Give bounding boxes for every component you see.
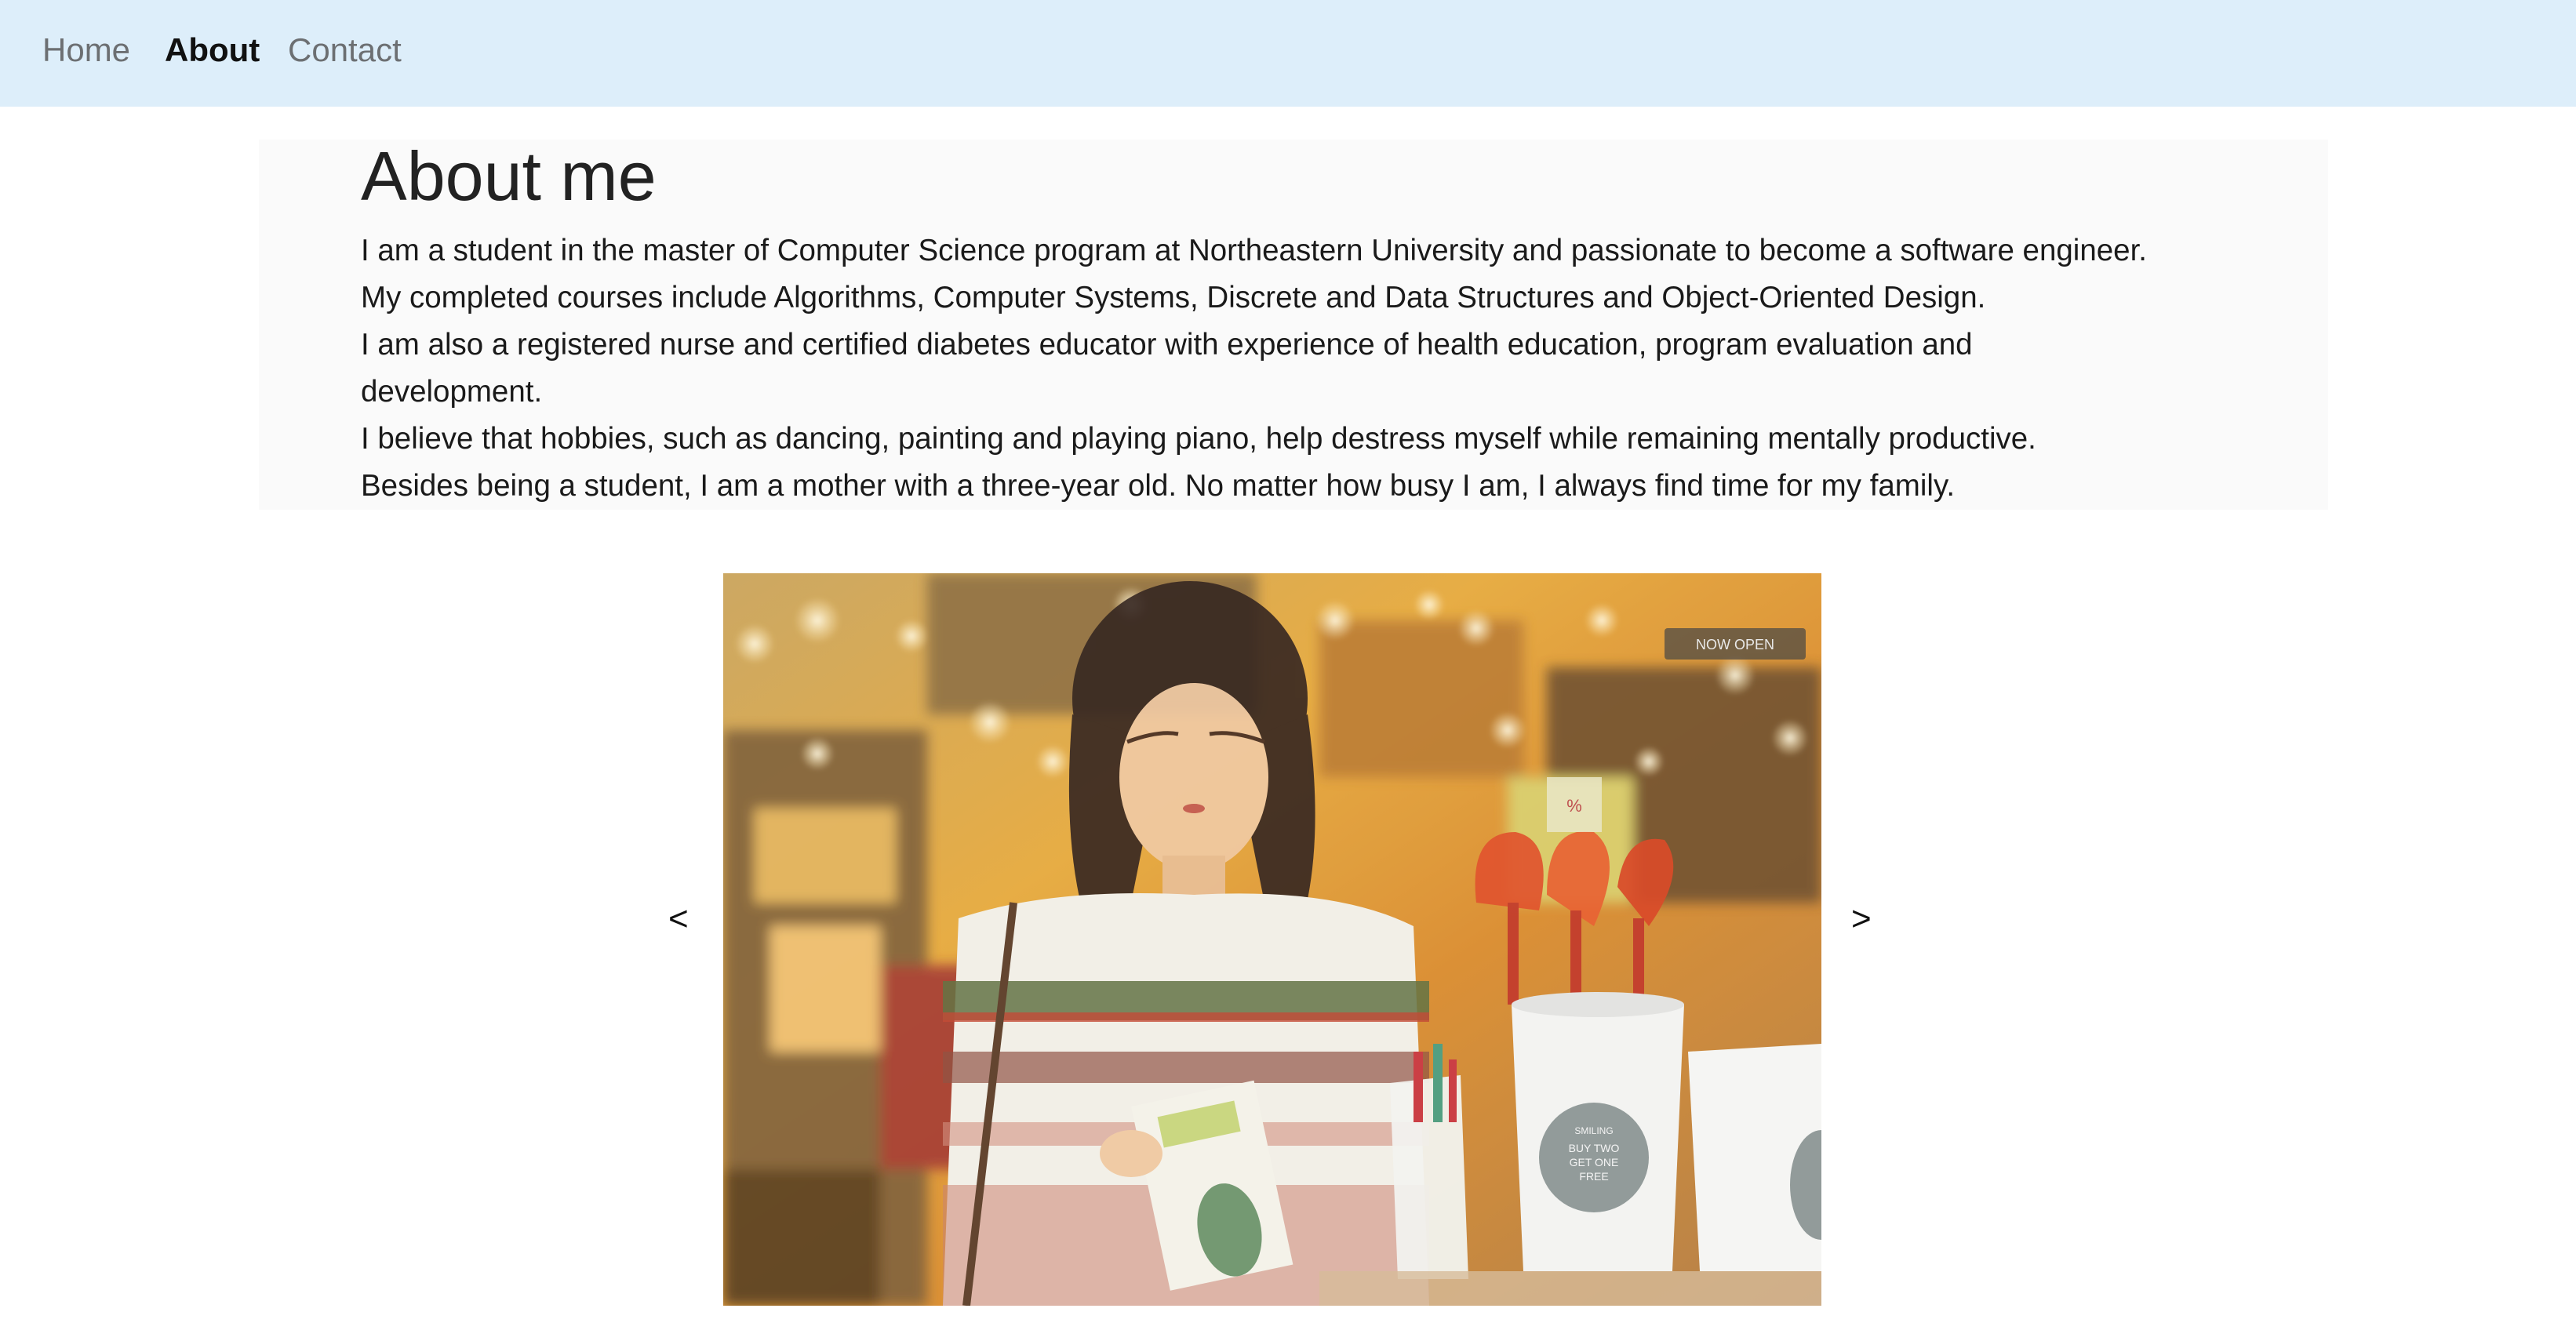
nav-link-home[interactable]: Home [42,30,130,71]
about-text: I am a student in the master of Computer… [361,227,2290,510]
about-paragraph: Besides being a student, I am a mother w… [361,469,1956,503]
nav-link-about[interactable]: About [165,30,260,71]
carousel-photo: SMILING BUY TWO GET ONE FREE NOW OPEN % [723,573,1821,1306]
carousel-next-button[interactable]: > [1851,896,1872,943]
about-paragraph: I am a student in the master of Computer… [361,234,2147,267]
page-title: About me [361,137,657,215]
about-paragraph: I am also a registered nurse and certifi… [361,328,1973,409]
navbar: Home About Contact [0,0,2576,107]
nav-link-contact[interactable]: Contact [288,30,402,71]
carousel-prev-button[interactable]: < [668,896,689,943]
about-paragraph: I believe that hobbies, such as dancing,… [361,422,2036,456]
about-paragraph: My completed courses include Algorithms,… [361,281,1986,314]
